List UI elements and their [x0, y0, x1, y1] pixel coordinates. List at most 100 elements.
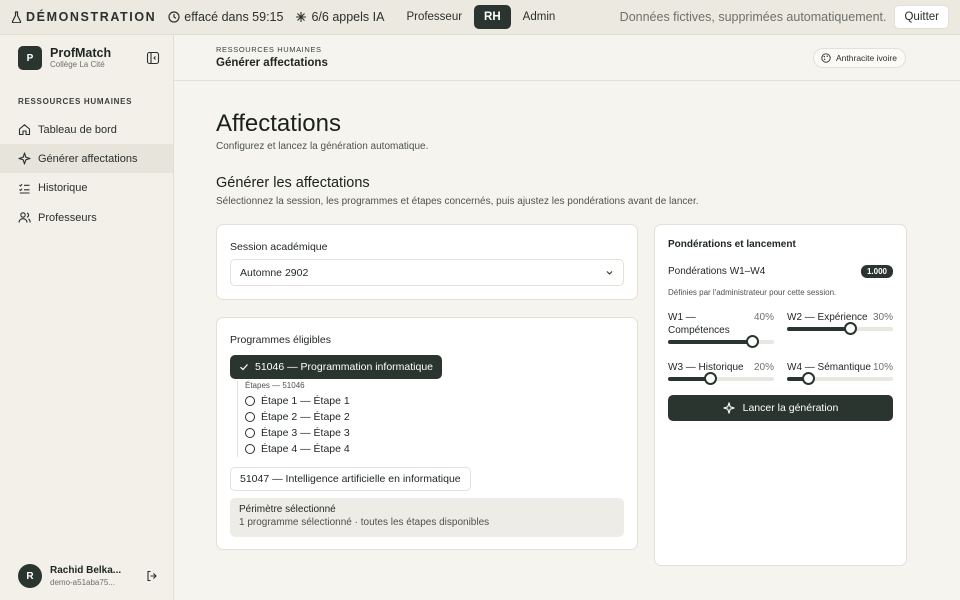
slider-handle[interactable]: [703, 372, 717, 385]
role-rh[interactable]: RH: [474, 5, 511, 29]
timer: effacé dans 59:15: [168, 10, 283, 24]
ai-calls: 6/6 appels IA: [295, 10, 384, 24]
role-admin[interactable]: Admin: [513, 5, 566, 29]
radio-icon: [245, 428, 255, 438]
slider-label: W4 — Sémantique: [787, 362, 871, 373]
slider-percent: 40%: [753, 312, 774, 323]
sidebar-item-label: Générer affectations: [38, 152, 138, 165]
launch-label: Lancer la génération: [742, 402, 839, 414]
weights-title: Pondérations et lancement: [668, 239, 796, 250]
brand-name: ProfMatch: [50, 46, 112, 60]
step-option[interactable]: Étape 4 — Étape 4: [245, 441, 537, 457]
palette-icon: [821, 53, 831, 63]
radio-icon: [245, 396, 255, 406]
demo-indicator: DÉMONSTRATION: [11, 10, 156, 24]
breadcrumb-page: Générer affectations: [216, 57, 328, 69]
weight-slider-w2: W2 — Expérience 30%: [787, 311, 893, 335]
sidebar-item-history[interactable]: Historique: [0, 174, 173, 203]
weights-head-label: Pondérations W1–W4: [668, 265, 766, 277]
brand-logo: P: [18, 46, 42, 70]
session-value: Automne 2902: [240, 266, 309, 279]
flask-icon: [11, 11, 22, 23]
sidebar-collapse-icon[interactable]: [146, 51, 160, 65]
sparkle-icon: [296, 12, 307, 22]
sidebar-item-dashboard[interactable]: Tableau de bord: [0, 115, 173, 144]
programs-label: Programmes éligibles: [230, 334, 331, 346]
steps-label: Étapes — 51046: [245, 381, 305, 390]
chevron-down-icon: [606, 271, 613, 275]
slider-handle[interactable]: [801, 372, 815, 385]
weights-note: Définies par l'administrateur pour cette…: [668, 288, 837, 297]
slider-track[interactable]: [668, 372, 774, 385]
slider-track[interactable]: [787, 322, 893, 335]
session-label: Session académique: [230, 241, 328, 253]
session-select[interactable]: Automne 2902: [230, 259, 624, 286]
demo-note: Données fictives, supprimées automatique…: [619, 10, 887, 24]
section-subtitle: Sélectionnez la session, les programmes …: [216, 196, 699, 207]
slider-label: W1 — Compétences: [668, 312, 730, 336]
program-chip-label: 51047 — Intelligence artificielle en inf…: [240, 473, 461, 485]
slider-fill: [787, 327, 851, 331]
role-professeur[interactable]: Professeur: [396, 5, 472, 29]
sidebar-item-generate[interactable]: Générer affectations: [0, 144, 173, 174]
slider-label: W3 — Historique: [668, 362, 744, 373]
user-profile: R Rachid Belka... demo-a51aba75...: [18, 563, 158, 589]
weight-slider-w4: W4 — Sémantique 10%: [787, 361, 893, 385]
sidebar-nav: Tableau de bord Générer affectations His…: [0, 115, 173, 233]
sidebar-item-label: Tableau de bord: [38, 123, 117, 136]
slider-percent: 10%: [872, 362, 893, 373]
slider-handle[interactable]: [746, 335, 760, 348]
clock-icon: [168, 11, 180, 23]
home-icon: [18, 124, 31, 136]
program-chip-selected[interactable]: 51046 — Programmation informatique: [230, 355, 443, 379]
brand: P ProfMatch Collège La Cité: [18, 45, 160, 71]
slider-fill: [668, 340, 753, 344]
logout-icon[interactable]: [146, 570, 158, 582]
theme-label: Anthracite ivoire: [836, 53, 897, 63]
steps-list: Étapes — 51046 Étape 1 — Étape 1 Étape 2…: [237, 381, 537, 457]
step-label: Étape 1 — Étape 1: [261, 395, 350, 407]
slider-percent: 30%: [872, 312, 893, 323]
brand-subtitle: Collège La Cité: [50, 60, 105, 69]
step-option[interactable]: Étape 3 — Étape 3: [245, 425, 537, 441]
weights-total-badge: 1.000: [860, 264, 893, 278]
slider-track[interactable]: [787, 372, 893, 385]
perimeter-summary: Périmètre sélectionné 1 programme sélect…: [230, 498, 624, 537]
checklist-icon: [19, 183, 30, 194]
avatar: R: [18, 564, 42, 588]
programs-card: Programmes éligibles 51046 — Programmati…: [216, 317, 638, 550]
slider-percent: 20%: [753, 362, 774, 373]
program-chip-label: 51046 — Programmation informatique: [255, 361, 434, 373]
theme-button[interactable]: Anthracite ivoire: [813, 48, 906, 68]
step-label: Étape 3 — Étape 3: [261, 427, 350, 439]
sidebar-item-teachers[interactable]: Professeurs: [0, 203, 173, 232]
quit-button[interactable]: Quitter: [894, 5, 949, 29]
sparkle-icon: [18, 152, 31, 165]
session-card: Session académique Automne 2902: [216, 224, 638, 300]
sparkle-icon: [722, 402, 735, 414]
check-icon: [240, 364, 248, 371]
step-label: Étape 2 — Étape 2: [261, 411, 350, 423]
user-name: Rachid Belka...: [50, 564, 122, 576]
radio-icon: [245, 444, 255, 454]
sidebar-section-title: RESSOURCES HUMAINES: [18, 97, 133, 106]
page-title: Affectations: [216, 110, 341, 137]
page-subtitle: Configurez et lancez la génération autom…: [216, 141, 429, 152]
weights-header: Pondérations W1–W4 1.000: [668, 264, 893, 278]
perimeter-title: Périmètre sélectionné: [239, 504, 336, 515]
users-icon: [18, 212, 31, 223]
step-option[interactable]: Étape 1 — Étape 1: [245, 393, 537, 409]
main-header: RESSOURCES HUMAINES Générer affectations…: [174, 35, 960, 81]
demo-bar: DÉMONSTRATION effacé dans 59:15 6/6 appe…: [0, 0, 960, 35]
slider-handle[interactable]: [844, 322, 858, 335]
sidebar: P ProfMatch Collège La Cité RESSOURCES H…: [0, 35, 174, 600]
sidebar-item-label: Professeurs: [38, 211, 97, 224]
demo-label: DÉMONSTRATION: [26, 10, 157, 24]
program-chip[interactable]: 51047 — Intelligence artificielle en inf…: [230, 467, 471, 491]
weights-card: Pondérations et lancement Pondérations W…: [654, 224, 907, 566]
step-label: Étape 4 — Étape 4: [261, 443, 350, 455]
slider-track[interactable]: [668, 335, 774, 348]
step-option[interactable]: Étape 2 — Étape 2: [245, 409, 537, 425]
sidebar-item-label: Historique: [38, 182, 88, 195]
launch-button[interactable]: Lancer la génération: [668, 395, 893, 421]
